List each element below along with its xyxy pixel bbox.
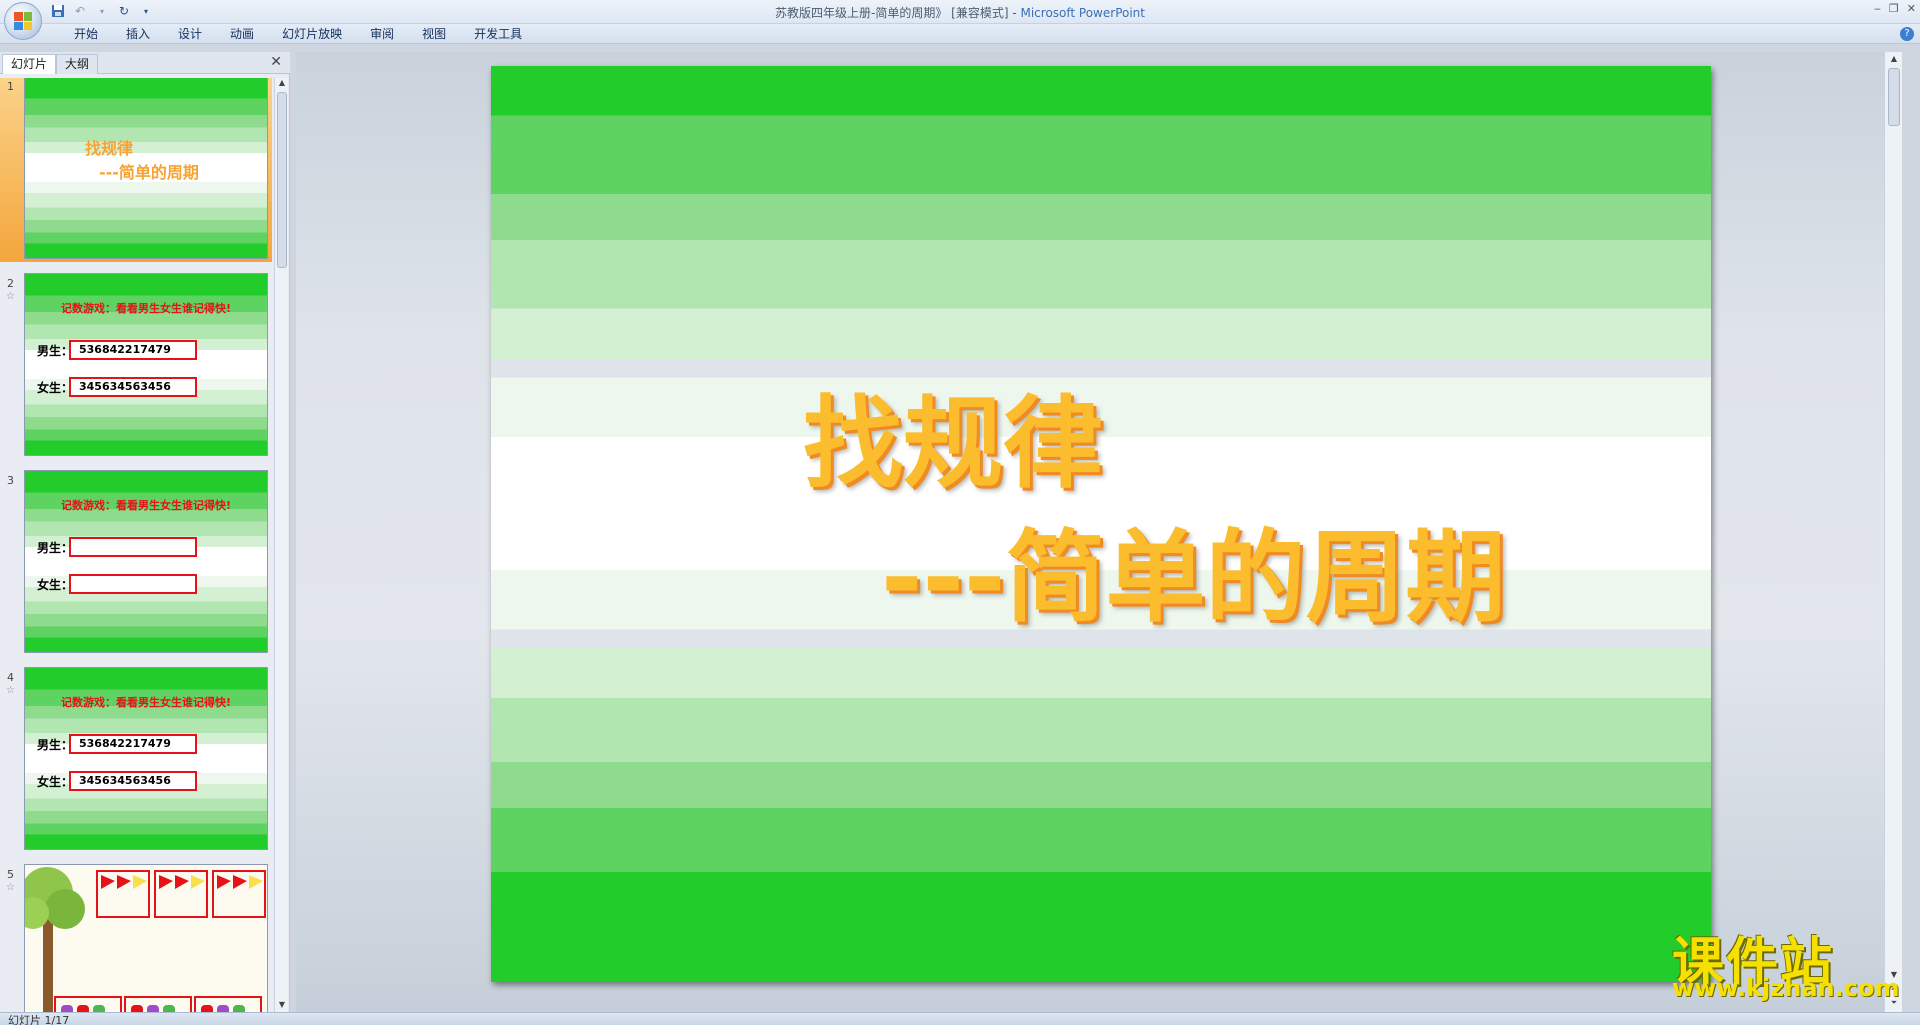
boy-label: 男生：: [37, 738, 74, 752]
restore-icon[interactable]: ❐: [1889, 2, 1899, 15]
boy-value-box: 536842217479: [69, 734, 197, 754]
tab-outline[interactable]: 大纲: [56, 54, 99, 74]
thumb-heading: 记数游戏：看看男生女生谁记得快!: [60, 499, 231, 512]
tab-slideshow[interactable]: 幻灯片放映: [268, 26, 356, 42]
help-icon[interactable]: ?: [1900, 27, 1914, 41]
scroll-thumb[interactable]: [277, 92, 287, 268]
scroll-thumb[interactable]: [1888, 68, 1900, 126]
girl-value-box: 345634563456: [69, 377, 197, 397]
thumbnail-row[interactable]: 2 ☆ 记数游戏：看看男生女生谁记得快! 男生： 536842217479 女生…: [0, 269, 272, 459]
tab-insert[interactable]: 插入: [112, 26, 164, 42]
slide-number: 3: [7, 474, 14, 487]
slide-thumbnail-3[interactable]: 记数游戏：看看男生女生谁记得快! 男生： 女生：: [24, 470, 268, 653]
ribbon: 开始 插入 设计 动画 幻灯片放映 审阅 视图 开发工具 ?: [0, 24, 1920, 44]
slide-editor: 找规律 ---简单的周期 ▲ ▼ ⏶ ⏷: [296, 52, 1902, 1012]
app-name: Microsoft PowerPoint: [1020, 6, 1145, 20]
office-logo-icon: [14, 12, 32, 30]
tab-developer[interactable]: 开发工具: [460, 26, 536, 42]
animation-star-icon: ☆: [6, 291, 15, 302]
girl-label: 女生：: [37, 775, 74, 789]
girl-label: 女生：: [37, 578, 74, 592]
scroll-up-icon[interactable]: ▲: [1887, 54, 1901, 66]
boy-value-box: [69, 537, 197, 557]
slide-thumbnail-4[interactable]: 记数游戏：看看男生女生谁记得快! 男生： 536842217479 女生： 34…: [24, 667, 268, 850]
thumbnail-list: 1 找规律 ---简单的周期 2 ☆ 记数游戏：看看男生女生谁记得快! 男生： …: [0, 78, 272, 1012]
tab-home[interactable]: 开始: [60, 26, 112, 42]
thumbnail-row[interactable]: 1 找规律 ---简单的周期: [0, 78, 272, 262]
thumbnail-row[interactable]: 3 记数游戏：看看男生女生谁记得快! 男生： 女生：: [0, 466, 272, 656]
minimize-icon[interactable]: ‒: [1874, 2, 1881, 15]
current-slide[interactable]: 找规律 ---简单的周期: [491, 66, 1711, 982]
boy-value-box: 536842217479: [69, 340, 197, 360]
slide-number: 1: [7, 80, 14, 93]
window-controls: ‒ ❐ ✕: [1874, 2, 1916, 15]
title-bar: ↶ ▾ ↻ ▾ 苏教版四年级上册-简单的周期》 [兼容模式] - Microso…: [0, 0, 1920, 24]
scroll-down-icon[interactable]: ▼: [275, 1000, 289, 1012]
thumbnail-row[interactable]: 5 ☆: [0, 860, 272, 1012]
pane-tabs: 幻灯片 大纲 ✕: [0, 52, 290, 74]
slide-thumbnail-5[interactable]: [24, 864, 268, 1012]
girl-value-box: [69, 574, 197, 594]
boy-label: 男生：: [37, 541, 74, 555]
slide-number: 4: [7, 671, 14, 684]
window-title: 苏教版四年级上册-简单的周期》 [兼容模式] - Microsoft Power…: [0, 4, 1920, 21]
tab-review[interactable]: 审阅: [356, 26, 408, 42]
thumbnail-row[interactable]: 4 ☆ 记数游戏：看看男生女生谁记得快! 男生： 536842217479 女生…: [0, 663, 272, 853]
tree-flags-lanterns-image: [25, 867, 266, 1012]
thumb-title: 找规律: [85, 139, 134, 158]
slide-counter: 幻灯片 1/17: [8, 1014, 70, 1025]
thumb-heading: 记数游戏：看看男生女生谁记得快!: [60, 696, 231, 709]
scroll-up-icon[interactable]: ▲: [275, 78, 289, 90]
thumbnails-scrollbar[interactable]: ▲ ▼: [274, 78, 288, 1012]
slide-thumbnail-2[interactable]: 记数游戏：看看男生女生谁记得快! 男生： 536842217479 女生： 34…: [24, 273, 268, 456]
tab-slides[interactable]: 幻灯片: [2, 54, 57, 74]
office-button[interactable]: [4, 2, 42, 40]
animation-star-icon: ☆: [6, 685, 15, 696]
slide-number: 2: [7, 277, 14, 290]
slide-title[interactable]: 找规律: [803, 362, 1103, 507]
slide-number: 5: [7, 868, 14, 881]
tab-view[interactable]: 视图: [408, 26, 460, 42]
slide-subtitle[interactable]: ---简单的周期: [881, 496, 1506, 641]
tab-animations[interactable]: 动画: [216, 26, 268, 42]
status-bar: 幻灯片 1/17: [0, 1012, 1920, 1025]
ribbon-tabs: 开始 插入 设计 动画 幻灯片放映 审阅 视图 开发工具: [60, 26, 536, 42]
animation-star-icon: ☆: [6, 882, 15, 893]
slide-thumbnail-1[interactable]: 找规律 ---简单的周期: [24, 78, 268, 259]
girl-label: 女生：: [37, 381, 74, 395]
editor-vertical-scrollbar[interactable]: ▲ ▼ ⏶ ⏷: [1884, 52, 1902, 1012]
tab-design[interactable]: 设计: [164, 26, 216, 42]
close-icon[interactable]: ✕: [1907, 2, 1916, 15]
close-pane-icon[interactable]: ✕: [270, 54, 282, 70]
pattern-illustration: [25, 865, 267, 1012]
thumb-heading: 记数游戏：看看男生女生谁记得快!: [60, 302, 231, 315]
slides-pane: 幻灯片 大纲 ✕ 1 找规律 ---简单的周期 2 ☆ 记数游戏：看看男生女生谁…: [0, 52, 290, 1012]
girl-value-box: 345634563456: [69, 771, 197, 791]
boy-label: 男生：: [37, 344, 74, 358]
watermark-url: www.kjzhan.com: [1672, 974, 1900, 1002]
thumb-subtitle: ---简单的周期: [99, 163, 199, 182]
document-title: 苏教版四年级上册-简单的周期》 [兼容模式] -: [775, 6, 1021, 20]
